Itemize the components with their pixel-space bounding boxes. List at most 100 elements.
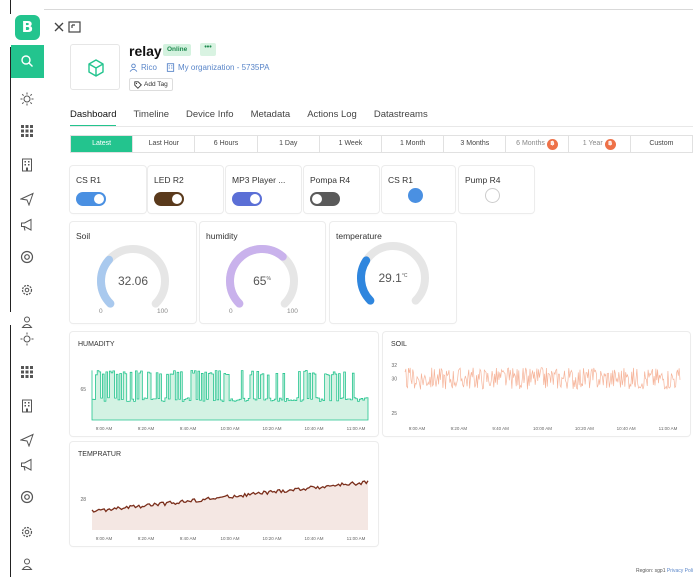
expand-button[interactable] <box>68 21 81 33</box>
sidebar-item-developer-zone-duplicate[interactable] <box>20 332 34 346</box>
range-3-months[interactable]: 3 Months <box>444 136 507 152</box>
send-icon <box>20 192 34 206</box>
switch-toggle[interactable] <box>232 192 262 206</box>
range-label: 1 Year <box>582 140 603 147</box>
sidebar-item-settings[interactable] <box>20 283 34 297</box>
sidebar-item-developer-zone[interactable] <box>20 92 34 106</box>
x-tick-label: 9:00 AM <box>409 426 426 431</box>
sidebar-item-devices-duplicate[interactable] <box>20 365 34 379</box>
led-indicator <box>408 188 423 203</box>
building-icon <box>22 399 32 413</box>
range-label: Last Hour <box>148 140 179 147</box>
sidebar-edge <box>10 0 11 14</box>
switch-knob <box>94 194 104 204</box>
device-more-button[interactable]: ••• <box>200 43 216 56</box>
led-widget-pump-r4: Pump R4 <box>459 166 534 213</box>
megaphone-icon <box>21 458 32 471</box>
range-label: 1 Week <box>338 140 363 147</box>
x-tick-label: 10:00 AM <box>220 426 239 431</box>
gauge-value: 32.06 <box>93 274 173 288</box>
tab-datastreams[interactable]: Datastreams <box>374 109 428 127</box>
range-6-hours[interactable]: 6 Hours <box>195 136 258 152</box>
sidebar-item-devices[interactable] <box>20 124 34 138</box>
sidebar-item-in-app-messaging-duplicate[interactable] <box>20 433 34 447</box>
sidebar-item-organizations[interactable] <box>20 158 34 172</box>
switch-toggle[interactable] <box>154 192 184 206</box>
close-icon <box>54 22 64 32</box>
tab-device-info[interactable]: Device Info <box>186 109 234 127</box>
range-latest[interactable]: Latest <box>71 136 134 152</box>
led-widget-cs-r1: CS R1 <box>382 166 455 213</box>
sidebar-item-in-app-messaging[interactable] <box>20 192 34 206</box>
range-last-hour[interactable]: Last Hour <box>133 136 196 152</box>
range-label: Latest <box>92 140 112 147</box>
widget-label: CS R1 <box>76 175 102 185</box>
tab-timeline[interactable]: Timeline <box>133 109 169 127</box>
range-1-day[interactable]: 1 Day <box>258 136 320 152</box>
switch-toggle[interactable] <box>310 192 340 206</box>
y-tick-label: 65 <box>80 387 86 393</box>
gear-icon <box>21 284 33 296</box>
y-tick-label: 25 <box>391 411 397 417</box>
search-icon <box>21 55 33 67</box>
blynk-logo[interactable]: B <box>15 15 40 40</box>
megaphone-icon <box>21 218 32 231</box>
tab-metadata[interactable]: Metadata <box>251 109 291 127</box>
x-tick-label: 9:00 AM <box>96 536 113 541</box>
gauge-unit: % <box>266 276 271 282</box>
range-1-year[interactable]: 1 Year ฿ <box>569 136 631 152</box>
y-tick-label: 28 <box>80 497 86 503</box>
gauge-widget-temperature: temperature 29.1°C <box>330 222 456 323</box>
device-organization-link[interactable]: My organization - 5735PA <box>166 63 269 72</box>
sidebar-item-announcements-duplicate[interactable] <box>20 458 34 472</box>
gauge-value: 29.1°C <box>353 271 433 285</box>
y-tick-label: 30 <box>391 377 397 383</box>
y-tick-label: 32 <box>391 363 397 369</box>
sidebar-search-button[interactable] <box>11 45 44 78</box>
chart-humadity: 9:00 AM 9:20 AM 9:40 AM 10:00 AM 10:20 AM 10:… <box>80 370 369 431</box>
grid-icon <box>21 366 33 378</box>
sidebar-item-settings-duplicate[interactable] <box>20 525 34 539</box>
sidebar-item-profile[interactable] <box>20 315 34 329</box>
range-label: 1 Month <box>399 140 426 147</box>
tab-dashboard[interactable]: Dashboard <box>70 109 117 127</box>
x-tick-label: 10:40 AM <box>304 426 323 431</box>
chart-widget-soil: SOIL 9:00 AM 9:20 AM 9:40 AM 10:00 AM 10:20 … <box>383 332 690 436</box>
switch-toggle[interactable] <box>76 192 106 206</box>
device-thumbnail[interactable] <box>70 44 120 90</box>
widget-label: Pump R4 <box>465 175 501 185</box>
x-tick-label: 10:00 AM <box>220 536 239 541</box>
status-badge: Online <box>163 44 192 56</box>
range-6-months[interactable]: 6 Months ฿ <box>506 136 569 152</box>
switch-knob <box>312 194 322 204</box>
range-1-week[interactable]: 1 Week <box>320 136 383 152</box>
chart-tempratur: 9:00 AM 9:20 AM 9:40 AM 10:00 AM 10:20 AM 10:… <box>80 480 369 541</box>
x-tick-label: 10:20 AM <box>262 426 281 431</box>
gauge-min: 0 <box>229 308 233 315</box>
range-custom[interactable]: Custom <box>631 136 692 152</box>
range-1-month[interactable]: 1 Month <box>382 136 445 152</box>
sidebar-item-help-duplicate[interactable] <box>20 490 34 504</box>
add-tag-button[interactable]: Add Tag <box>129 78 173 91</box>
lifebuoy-icon <box>20 250 34 264</box>
tab-actions-log[interactable]: Actions Log <box>307 109 357 127</box>
switch-knob <box>172 194 182 204</box>
tag-icon <box>134 80 142 89</box>
switch-widget-pompa-r4: Pompa R4 <box>304 166 379 213</box>
device-owner-link[interactable]: Rico <box>129 63 157 72</box>
privacy-policy-link[interactable]: Privacy Poli <box>667 568 693 574</box>
top-divider <box>40 9 693 10</box>
sidebar-item-profile-duplicate[interactable] <box>20 557 34 571</box>
gear-sun-icon <box>20 332 34 346</box>
x-tick-label: 10:00 AM <box>533 426 552 431</box>
user-icon <box>21 316 33 328</box>
premium-lock-icon: ฿ <box>604 138 616 150</box>
sidebar-item-organizations-duplicate[interactable] <box>20 399 34 413</box>
close-button[interactable] <box>53 21 65 33</box>
premium-lock-icon: ฿ <box>546 138 558 150</box>
gauge-widget-humidity: humidity 65% 0 100 <box>200 222 325 323</box>
x-tick-label: 10:40 AM <box>617 426 636 431</box>
sidebar-item-help[interactable] <box>20 250 34 264</box>
chart-widget-humadity: HUMADITY 9:00 AM 9:20 AM 9:40 AM 10:00 AM 10… <box>70 332 378 436</box>
sidebar-item-announcements[interactable] <box>20 218 34 232</box>
